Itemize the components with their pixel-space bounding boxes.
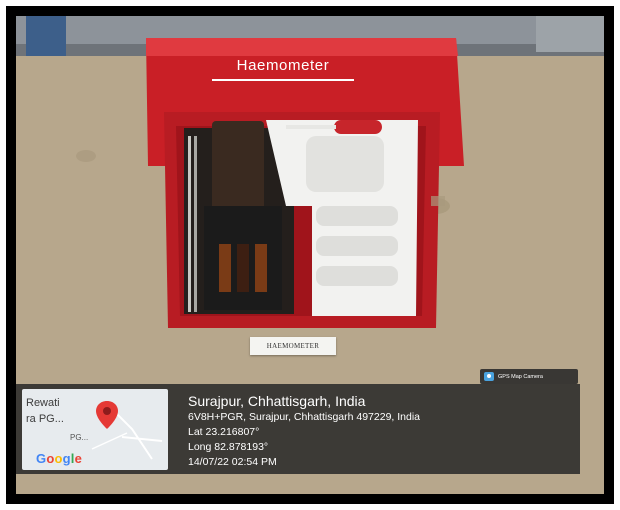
gps-map-camera-badge: GPS Map Camera xyxy=(480,369,578,384)
location-info: Surajpur, Chhattisgarh, India 6V8H+PGR, … xyxy=(188,392,420,470)
dropper-bulb xyxy=(334,120,382,134)
comparator-color-strip xyxy=(219,244,231,292)
location-datetime: 14/07/22 02:54 PM xyxy=(188,456,277,468)
location-address: 6V8H+PGR, Surajpur, Chhattisgarh 497229,… xyxy=(188,411,421,423)
blue-object xyxy=(26,16,66,56)
map-place-line1: Rewati xyxy=(26,397,60,409)
comparator-color-strip xyxy=(255,244,267,292)
glass-rod xyxy=(188,136,191,312)
tray-recess xyxy=(306,136,384,192)
map-place-line3: PG... xyxy=(70,433,89,442)
location-lat: Lat 23.216807° xyxy=(188,426,260,438)
comparator-tube-slot xyxy=(237,244,249,292)
box-brand-underline xyxy=(212,79,354,81)
product-label-card: HAEMOMETER xyxy=(250,337,336,355)
mini-map: Rewati ra PG... PG... Google xyxy=(22,389,168,470)
map-place-line2: ra PG... xyxy=(26,413,64,425)
box-brand-text: Haemometer xyxy=(236,57,330,74)
location-long: Long 82.878193° xyxy=(188,441,269,453)
dropper-tube xyxy=(286,125,336,129)
table-mark xyxy=(431,196,445,206)
tray-recess xyxy=(316,206,398,226)
camera-icon xyxy=(484,372,494,381)
wall-panel xyxy=(536,16,604,52)
glass-rod xyxy=(194,136,197,312)
box-lid-top-edge xyxy=(146,38,458,56)
table-stain xyxy=(76,150,96,162)
map-pin-icon xyxy=(96,401,118,429)
gps-badge-label: GPS Map Camera xyxy=(498,373,543,380)
tray-recess xyxy=(316,266,398,286)
google-logo: Google xyxy=(36,451,83,466)
location-title: Surajpur, Chhattisgarh, India xyxy=(188,393,366,409)
tray-recess xyxy=(316,236,398,256)
